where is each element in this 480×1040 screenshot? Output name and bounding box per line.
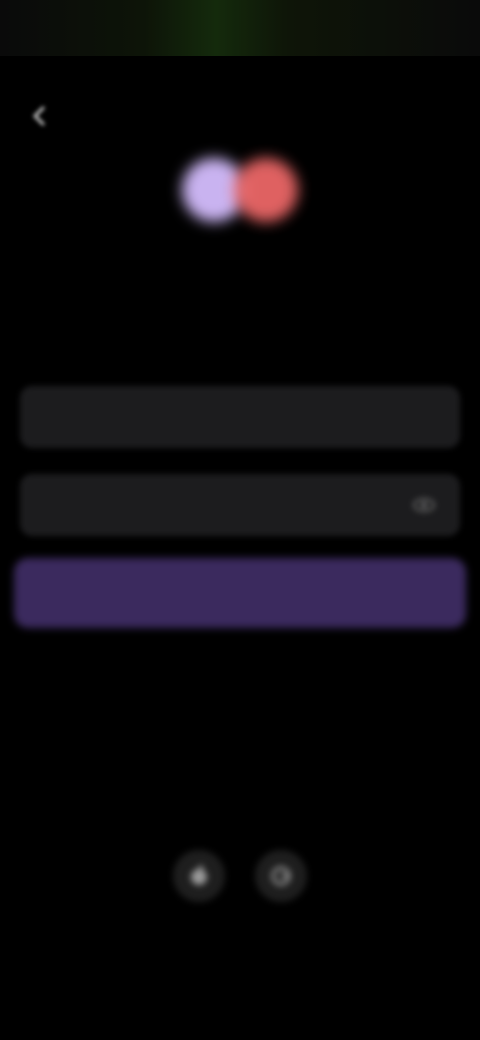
submit-button[interactable]: [14, 558, 466, 628]
app-logo: [178, 152, 302, 230]
back-button[interactable]: [20, 96, 60, 136]
logo-dot-right: [234, 158, 298, 222]
google-icon: [271, 866, 291, 886]
apple-login-button[interactable]: [173, 850, 225, 902]
apple-icon: [191, 865, 207, 885]
eye-icon: [413, 498, 435, 512]
password-visibility-toggle[interactable]: [408, 489, 440, 521]
social-login-row: [0, 850, 480, 902]
email-field[interactable]: [20, 386, 460, 448]
chevron-left-icon: [33, 106, 45, 126]
email-input[interactable]: [40, 406, 440, 428]
status-bar: [0, 0, 480, 56]
password-field[interactable]: [20, 474, 460, 536]
password-input[interactable]: [40, 494, 408, 516]
google-login-button[interactable]: [255, 850, 307, 902]
